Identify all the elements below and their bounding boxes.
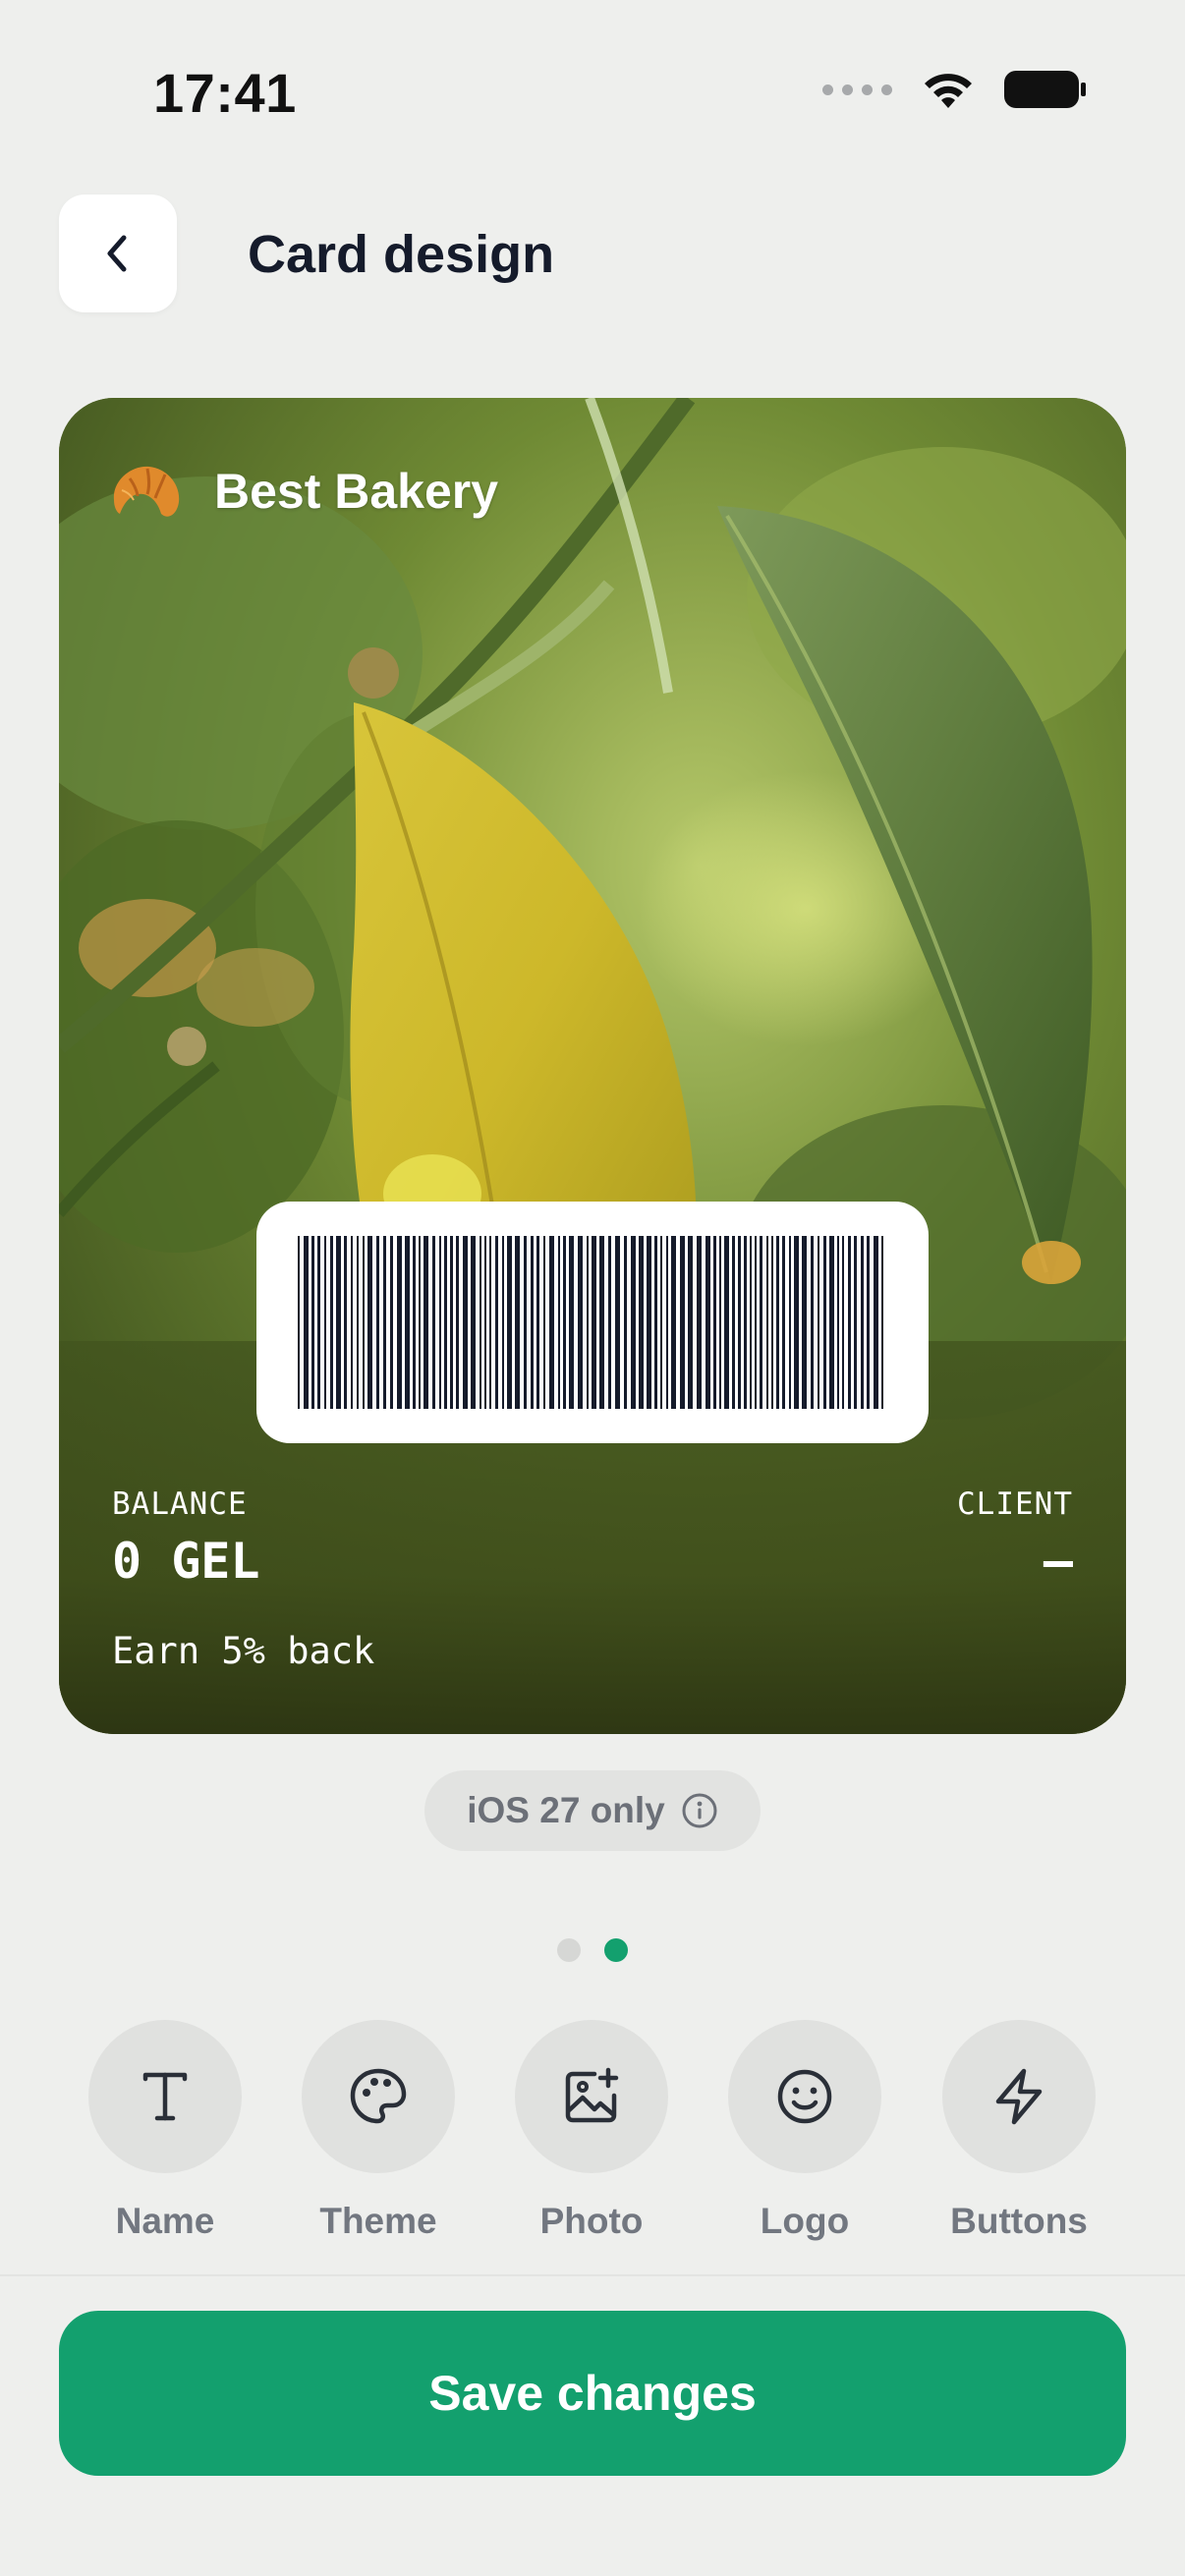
ios-only-label: iOS 27 only	[467, 1790, 665, 1830]
tool-photo-button[interactable]	[515, 2020, 668, 2173]
page-indicator	[0, 1938, 1185, 1962]
tool-name[interactable]: Name	[86, 2020, 244, 2242]
lightning-icon	[995, 2068, 1043, 2125]
smiley-icon	[777, 2069, 832, 2124]
divider	[0, 2274, 1185, 2276]
status-icons	[822, 69, 1087, 110]
ios-only-badge[interactable]: iOS 27 only	[424, 1770, 761, 1851]
croissant-icon	[113, 466, 180, 517]
tool-logo-button[interactable]	[728, 2020, 881, 2173]
barcode-icon	[298, 1236, 883, 1409]
page-dot-1[interactable]	[557, 1938, 581, 1962]
card-preview[interactable]: Best Bakery BALANCE 0 GEL CLIENT — Earn …	[59, 398, 1126, 1734]
chevron-left-icon	[107, 235, 127, 272]
tool-logo-label: Logo	[760, 2201, 850, 2241]
image-add-icon	[565, 2067, 619, 2123]
text-icon	[142, 2072, 188, 2121]
info-icon	[682, 1793, 717, 1828]
cellular-dots-icon	[822, 84, 892, 95]
tool-theme-button[interactable]	[302, 2020, 455, 2173]
page-dot-2[interactable]	[604, 1938, 628, 1962]
balance-label: BALANCE	[112, 1486, 248, 1522]
battery-icon	[1004, 69, 1087, 110]
back-button[interactable]	[59, 195, 177, 312]
brand-name: Best Bakery	[214, 464, 499, 519]
palette-icon	[350, 2068, 407, 2124]
tool-name-label: Name	[115, 2201, 215, 2241]
tool-theme[interactable]: Theme	[300, 2020, 457, 2242]
page-title: Card design	[248, 225, 555, 284]
tool-theme-label: Theme	[319, 2201, 437, 2241]
tool-buttons[interactable]: Buttons	[940, 2020, 1098, 2242]
tool-photo-label: Photo	[539, 2201, 644, 2241]
tool-logo[interactable]: Logo	[726, 2020, 883, 2242]
client-label: CLIENT	[957, 1486, 1073, 1522]
tool-photo[interactable]: Photo	[513, 2020, 670, 2242]
tool-buttons-button[interactable]	[942, 2020, 1096, 2173]
wifi-icon	[920, 69, 977, 110]
save-changes-button[interactable]: Save changes	[59, 2311, 1126, 2476]
balance-value: 0 GEL	[112, 1533, 260, 1590]
tool-buttons-label: Buttons	[950, 2201, 1088, 2241]
card-brand: Best Bakery	[108, 457, 498, 526]
tool-name-button[interactable]	[88, 2020, 242, 2173]
status-time: 17:41	[153, 62, 297, 124]
barcode	[256, 1202, 929, 1443]
screen: 17:41 Card design Best Bakery BALANCE 0 …	[0, 0, 1185, 2576]
earn-back-text: Earn 5% back	[112, 1630, 375, 1672]
client-value: —	[1043, 1533, 1073, 1590]
